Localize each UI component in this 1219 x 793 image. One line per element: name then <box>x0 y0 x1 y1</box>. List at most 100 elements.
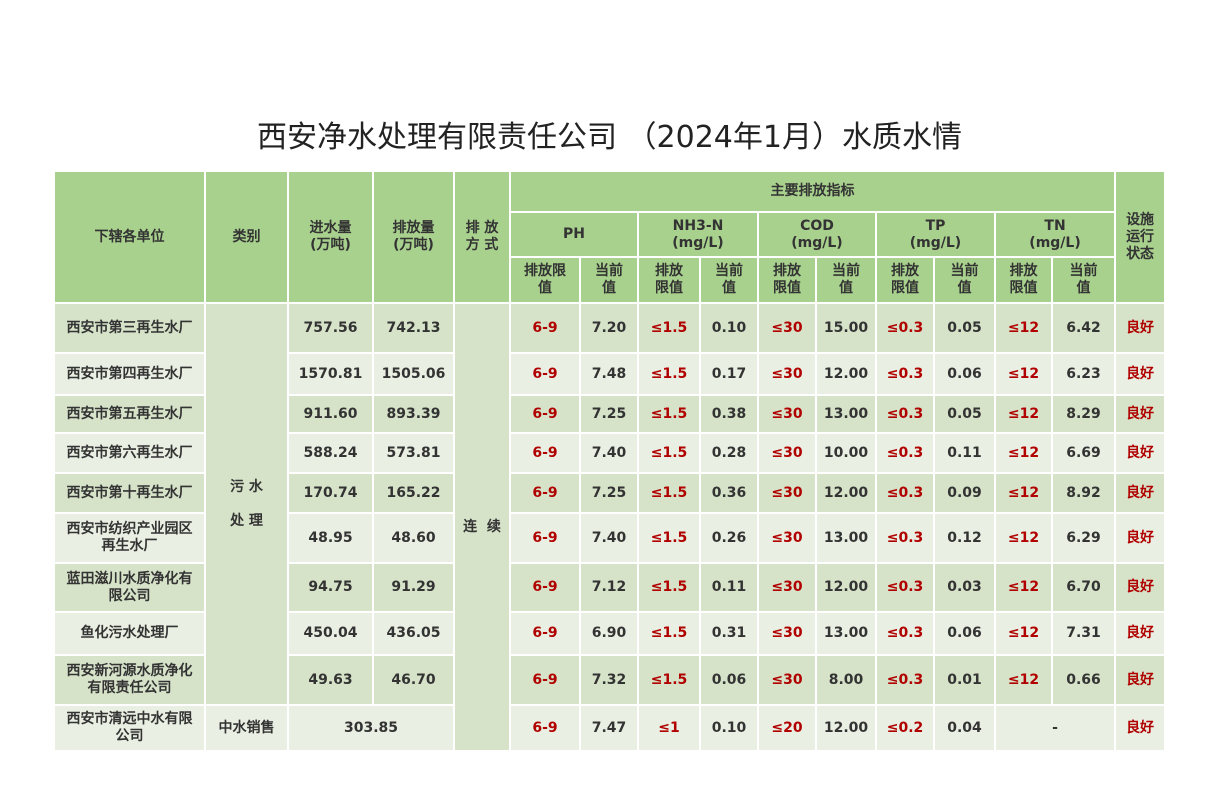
header-inflow: 进水量 (万吨) <box>287 170 374 304</box>
cod-limit-value: ≤30 <box>757 512 817 564</box>
discharge-value: 742.13 <box>372 302 455 354</box>
header-method: 排 放 方 式 <box>453 170 511 304</box>
discharge-value: 893.39 <box>372 394 455 434</box>
ph-current-value: 7.25 <box>579 394 639 434</box>
tn-limit-value: ≤12 <box>994 432 1053 474</box>
cod-current-value: 12.00 <box>815 704 877 752</box>
status-value: 良好 <box>1114 352 1167 396</box>
ph-limit-value: 6-9 <box>509 654 581 706</box>
cod-current-value: 10.00 <box>815 432 877 474</box>
ph-current-value: 7.40 <box>579 512 639 564</box>
category-reclaimed-cell: 中水销售 <box>204 704 289 752</box>
cod-current-value: 12.00 <box>815 562 877 613</box>
ph-limit-value: 6-9 <box>509 472 581 514</box>
tn-limit-value: ≤12 <box>994 611 1053 656</box>
header-ph-current: 当前 值 <box>579 256 639 304</box>
tp-current-value: 0.06 <box>933 352 996 396</box>
unit-name: 西安市清远中水有限 公司 <box>53 704 206 752</box>
inflow-value: 48.95 <box>287 512 374 564</box>
nh3-limit-value: ≤1.5 <box>637 302 701 354</box>
tp-limit-value: ≤0.3 <box>875 472 935 514</box>
nh3-limit-value: ≤1.5 <box>637 472 701 514</box>
discharge-value: 1505.06 <box>372 352 455 396</box>
tn-current-value: 6.42 <box>1050 302 1117 354</box>
tp-limit-value: ≤0.3 <box>875 394 935 434</box>
header-category: 类别 <box>204 170 289 304</box>
status-value: 良好 <box>1114 562 1167 613</box>
header-tp-current: 当前 值 <box>933 256 996 304</box>
header-nh3n: NH3-N (mg/L) <box>637 211 759 258</box>
nh3-current-value: 0.10 <box>699 302 759 354</box>
header-tp-limit: 排放 限值 <box>875 256 935 304</box>
ph-current-value: 7.25 <box>579 472 639 514</box>
tn-limit-value: ≤12 <box>994 472 1053 514</box>
tp-current-value: 0.11 <box>933 432 996 474</box>
ph-limit-value: 6-9 <box>509 512 581 564</box>
header-cod-limit: 排放 限值 <box>757 256 817 304</box>
inflow-value: 170.74 <box>287 472 374 514</box>
nh3-current-value: 0.11 <box>699 562 759 613</box>
ph-current-value: 7.12 <box>579 562 639 613</box>
nh3-limit-value: ≤1.5 <box>637 611 701 656</box>
ph-limit-value: 6-9 <box>509 704 581 752</box>
header-tn-limit: 排放 限值 <box>994 256 1053 304</box>
nh3-current-value: 0.10 <box>699 704 759 752</box>
nh3-limit-value: ≤1.5 <box>637 562 701 613</box>
ph-current-value: 7.40 <box>579 432 639 474</box>
discharge-value: 165.22 <box>372 472 455 514</box>
nh3-limit-value: ≤1.5 <box>637 394 701 434</box>
status-value: 良好 <box>1114 302 1167 354</box>
inflow-value: 1570.81 <box>287 352 374 396</box>
cod-current-value: 13.00 <box>815 394 877 434</box>
ph-current-value: 7.48 <box>579 352 639 396</box>
tp-limit-value: ≤0.3 <box>875 562 935 613</box>
nh3-limit-value: ≤1.5 <box>637 352 701 396</box>
unit-name: 西安市第五再生水厂 <box>53 394 206 434</box>
unit-name: 西安市第三再生水厂 <box>53 302 206 354</box>
table-row: 西安市清远中水有限 公司 中水销售 303.85 6-9 7.47 ≤1 0.10 ≤20 12… <box>53 704 1167 752</box>
header-main-indicators: 主要排放指标 <box>508 170 1117 213</box>
tp-current-value: 0.12 <box>933 512 996 564</box>
nh3-current-value: 0.36 <box>699 472 759 514</box>
tp-limit-value: ≤0.3 <box>875 432 935 474</box>
tn-limit-value: ≤12 <box>994 512 1053 564</box>
ph-limit-value: 6-9 <box>509 352 581 396</box>
unit-name: 蓝田滋川水质净化有 限公司 <box>53 562 206 613</box>
water-quality-table: 下辖各单位 类别 进水量 (万吨) 排放量 (万吨) 排 放 方 式 主要排放指… <box>53 170 1167 752</box>
header-tn: TN (mg/L) <box>993 211 1117 258</box>
cod-limit-value: ≤30 <box>757 394 817 434</box>
cod-current-value: 13.00 <box>815 611 877 656</box>
tn-limit-value: ≤12 <box>994 562 1053 613</box>
cod-current-value: 8.00 <box>815 654 877 706</box>
header-tp: TP (mg/L) <box>875 211 996 258</box>
discharge-value: 46.70 <box>372 654 455 706</box>
header-nh3-current: 当前 值 <box>699 256 759 304</box>
tn-current-value: 6.70 <box>1050 562 1117 613</box>
header-tn-current: 当前 值 <box>1050 256 1117 304</box>
tp-limit-value: ≤0.3 <box>875 352 935 396</box>
tp-limit-value: ≤0.3 <box>875 302 935 354</box>
inflow-value: 911.60 <box>287 394 374 434</box>
cod-limit-value: ≤30 <box>757 352 817 396</box>
header-ph: PH <box>509 211 639 258</box>
table-row: 西安市第三再生水厂污 水 处 理 757.56 742.13 连 续 6-9 7.20 ≤1… <box>53 302 1167 752</box>
tp-limit-value: ≤0.3 <box>875 512 935 564</box>
inflow-value: 49.63 <box>287 654 374 706</box>
tp-limit-value: ≤0.3 <box>875 654 935 706</box>
nh3-current-value: 0.38 <box>699 394 759 434</box>
cod-limit-value: ≤30 <box>757 432 817 474</box>
tp-current-value: 0.01 <box>933 654 996 706</box>
tp-current-value: 0.05 <box>933 394 996 434</box>
tn-current-value: 8.29 <box>1050 394 1117 434</box>
unit-name: 西安市第十再生水厂 <box>53 472 206 514</box>
nh3-current-value: 0.26 <box>699 512 759 564</box>
ph-current-value: 7.32 <box>579 654 639 706</box>
tn-current-value: 0.66 <box>1050 654 1117 706</box>
ph-limit-value: 6-9 <box>509 432 581 474</box>
header-unit: 下辖各单位 <box>53 170 206 304</box>
ph-limit-value: 6-9 <box>509 611 581 656</box>
tn-current-value: 6.69 <box>1050 432 1117 474</box>
ph-limit-value: 6-9 <box>509 394 581 434</box>
tp-current-value: 0.04 <box>933 704 996 752</box>
tp-current-value: 0.06 <box>933 611 996 656</box>
